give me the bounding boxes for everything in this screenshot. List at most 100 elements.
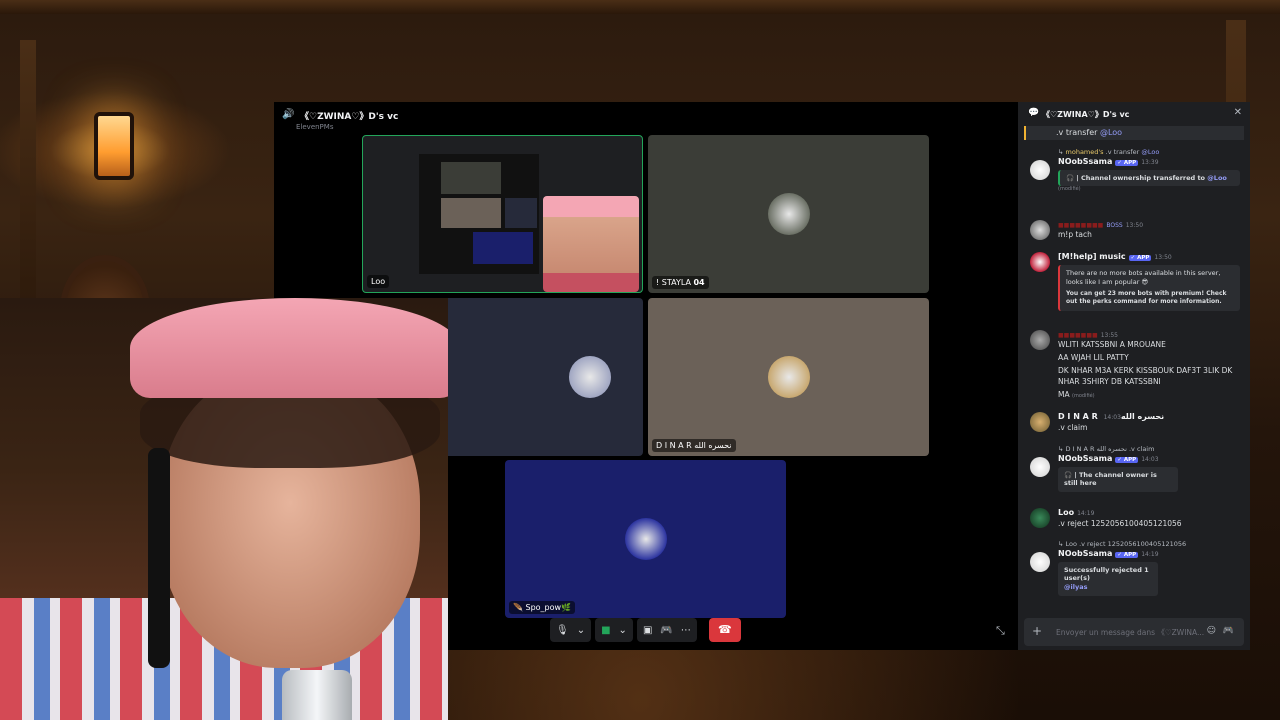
video-tile[interactable]: 🪶 Spo_pow🌿 — [505, 460, 786, 618]
voice-channel-title: 《♡ZWINA♡》D's vc — [300, 112, 399, 122]
reply-user: D I N A R نحسره الله — [1065, 445, 1127, 453]
user-avatar — [767, 356, 810, 398]
reply-text: .v claim — [1128, 445, 1155, 453]
chevron-down-icon[interactable]: ⌄ — [577, 625, 585, 636]
chat-title: 《♡ZWINA♡》D's vc — [1042, 110, 1130, 119]
username[interactable]: NOobSsama — [1058, 157, 1112, 166]
reply-preview[interactable]: ↳ Loo .v reject 1252056100405121056 — [1058, 540, 1240, 549]
app-badge: ✓ APP — [1115, 551, 1139, 558]
phone-hangup-icon[interactable]: ☎ — [718, 623, 732, 636]
bot-embed: Successfully rejected 1 user(s) @ilyas — [1058, 561, 1158, 596]
timestamp: 14:03 — [1103, 414, 1121, 421]
chat-bubble-icon: 💬 — [1028, 108, 1040, 118]
username[interactable]: Loo — [1058, 508, 1074, 517]
avatar[interactable] — [1030, 160, 1050, 180]
embed-text: There are no more bots available in this… — [1066, 268, 1221, 286]
wooden-post — [20, 40, 36, 340]
gamepad-icon[interactable]: 🎮 — [1223, 626, 1234, 636]
video-tile-screenshare[interactable]: Loo — [362, 135, 643, 293]
user-avatar — [624, 518, 667, 560]
video-tile[interactable]: ! STAYLA 𝟬𝟰 — [648, 135, 929, 293]
pinned-text: .v transfer — [1056, 128, 1100, 137]
chevron-down-icon[interactable]: ⌄ — [619, 625, 627, 636]
username[interactable]: [M!help] music — [1058, 252, 1126, 261]
reply-preview[interactable]: ↳ D I N A R نحسره الله .v claim — [1058, 445, 1240, 454]
avatar[interactable] — [1030, 552, 1050, 572]
plus-icon[interactable]: + — [1032, 624, 1042, 638]
message-text: .v reject 1252056100405121056 — [1058, 518, 1182, 528]
tile-name-label: Loo — [367, 275, 390, 288]
voice-channel-header: 🔊 《♡ZWINA♡》D's vc ElevenPMs — [274, 102, 1018, 136]
input-placeholder: Envoyer un message dans 《♡ZWINA... — [1056, 628, 1205, 637]
bot-embed: 🎧 | Channel ownership transferred to @Lo… — [1058, 169, 1240, 187]
reply-text: .v reject 1252056100405121056 — [1079, 540, 1187, 548]
more-icon[interactable]: ⋯ — [681, 625, 691, 636]
edited-label: (modifié) — [1058, 186, 1081, 193]
avatar[interactable] — [1030, 457, 1050, 477]
reply-preview[interactable]: ↳ mohamed's .v transfer @Loo — [1058, 148, 1240, 157]
timestamp: 13:55 — [1100, 332, 1118, 339]
reply-user: mohamed's — [1065, 148, 1104, 156]
mention[interactable]: @Loo — [1100, 128, 1122, 137]
stream-scene: 🔊 《♡ZWINA♡》D's vc ElevenPMs Loo ! STAYLA… — [0, 0, 1280, 720]
chat-message: [M!help] music ✓ APP 13:50 There are no mo… — [1030, 252, 1240, 311]
fullscreen-icon[interactable]: ⤡ — [996, 624, 1005, 638]
username[interactable]: NOobSsama — [1058, 549, 1112, 558]
message-text: MA — [1058, 389, 1070, 399]
microphone-icon[interactable]: 🎙 — [556, 625, 569, 636]
close-icon[interactable]: ✕ — [1234, 107, 1242, 118]
message-text: .v claim — [1058, 422, 1088, 432]
voice-channel-subtitle: ElevenPMs — [296, 123, 334, 131]
chat-top-message: .v transfer @Loo — [1024, 126, 1244, 140]
message-text: DK NHAR M3A KERK KISSBOUK DAF3T 3LIK DK … — [1058, 366, 1233, 386]
avatar[interactable] — [1030, 252, 1050, 272]
mention: @Loo — [1141, 148, 1160, 156]
message-input[interactable]: + Envoyer un message dans 《♡ZWINA... ☺ 🎮 — [1024, 618, 1244, 646]
mention[interactable]: @Loo — [1207, 174, 1227, 182]
embed-text: Successfully rejected 1 user(s) — [1064, 565, 1149, 583]
avatar[interactable] — [1030, 220, 1050, 240]
bot-embed: 🎧 | The channel owner is still here — [1058, 466, 1178, 493]
mic-control[interactable]: 🎙 ⌄ — [550, 618, 592, 642]
message-text: AA WJAH LIL PATTY — [1058, 353, 1129, 363]
tile-name-label: 🪶 Spo_pow🌿 — [509, 601, 576, 614]
avatar[interactable] — [1030, 508, 1050, 528]
tile-name-label: ! STAYLA 𝟬𝟰 — [652, 276, 709, 289]
timestamp: 14:19 — [1077, 510, 1095, 517]
webcam-hat — [130, 298, 448, 398]
reply-user: Loo — [1065, 540, 1077, 548]
lantern — [94, 112, 134, 180]
ceiling-beam — [0, 0, 1280, 14]
username[interactable]: NOobSsama — [1058, 454, 1112, 463]
extra-controls: ▣ 🎮 ⋯ — [636, 618, 697, 642]
chat-message: ■■■■■■■ 13:55 WLITI KATSSBNI A MROUANE AA… — [1030, 330, 1240, 400]
mention[interactable]: @ilyas — [1064, 583, 1152, 592]
message-text: m!p tach — [1058, 230, 1092, 240]
timestamp: 13:39 — [1141, 158, 1159, 166]
speaker-icon: 🔊 — [282, 109, 295, 120]
webcam-overlay — [0, 298, 448, 720]
username[interactable]: BOSS — [1106, 222, 1122, 229]
timestamp: 13:50 — [1125, 222, 1144, 229]
timestamp: 14:19 — [1141, 550, 1159, 558]
timestamp: 13:50 — [1154, 254, 1172, 261]
chat-message: Loo 14:19 .v reject 1252056100405121056 — [1030, 508, 1240, 529]
chat-message: ↳ mohamed's .v transfer @Loo NOobSsama ✓ … — [1030, 148, 1240, 193]
embed-text: You can get 23 more bots with premium! C… — [1066, 290, 1227, 306]
app-badge: ✓ APP — [1128, 255, 1152, 261]
disconnect-button[interactable]: ☎ — [708, 618, 741, 642]
embed-text: 🎧 | Channel ownership transferred to — [1066, 173, 1206, 182]
emoji-icon[interactable]: ☺ — [1207, 626, 1216, 636]
avatar[interactable] — [1030, 412, 1050, 432]
video-tile[interactable]: D I N A R نحسره الله — [648, 298, 929, 456]
user-avatar — [767, 193, 810, 235]
webcam-headset — [148, 448, 170, 668]
bot-embed: There are no more bots available in this… — [1058, 264, 1240, 311]
camera-control[interactable]: ■ ⌄ — [595, 618, 633, 642]
chat-panel: 💬 《♡ZWINA♡》D's vc ✕ .v transfer @Loo ↳ m… — [1018, 102, 1250, 650]
screenshare-icon[interactable]: ▣ — [643, 625, 652, 636]
camera-icon[interactable]: ■ — [601, 625, 610, 636]
message-text: WLITI KATSSBNI A MROUANE — [1058, 340, 1166, 350]
gamepad-icon[interactable]: 🎮 — [660, 625, 672, 636]
avatar[interactable] — [1030, 330, 1050, 350]
